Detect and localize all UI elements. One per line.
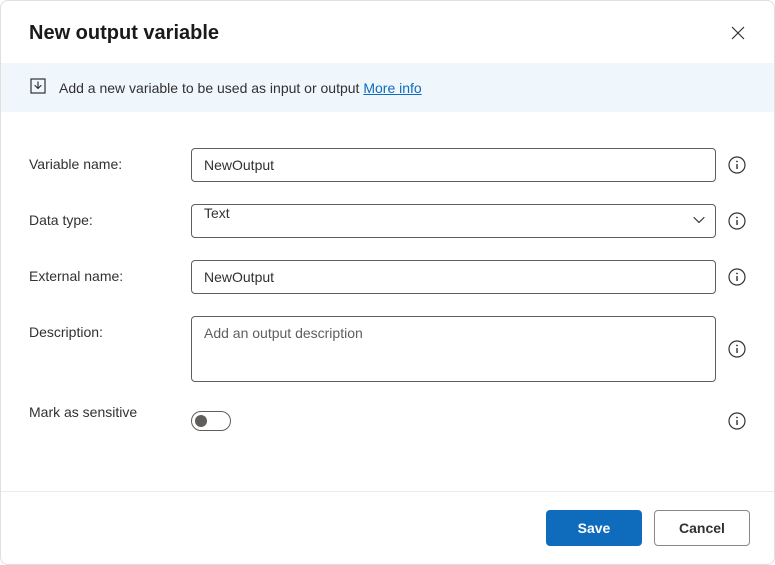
info-icon	[728, 268, 746, 286]
info-button-data-type[interactable]	[728, 204, 746, 238]
label-external-name: External name:	[29, 260, 191, 284]
info-icon	[728, 156, 746, 174]
info-icon	[728, 212, 746, 230]
external-name-input[interactable]	[191, 260, 716, 294]
close-button[interactable]	[726, 21, 750, 45]
info-icon	[728, 340, 746, 358]
toggle-thumb	[195, 415, 207, 427]
row-data-type: Data type: Text	[29, 204, 746, 238]
info-banner-text: Add a new variable to be used as input o…	[59, 80, 422, 96]
info-button-mark-sensitive[interactable]	[728, 404, 746, 438]
row-variable-name: Variable name:	[29, 148, 746, 182]
dialog-new-output-variable: New output variable Add a new variable t…	[0, 0, 775, 565]
info-button-variable-name[interactable]	[728, 148, 746, 182]
description-input[interactable]	[191, 316, 716, 382]
dialog-footer: Save Cancel	[1, 491, 774, 564]
label-data-type: Data type:	[29, 204, 191, 228]
row-external-name: External name:	[29, 260, 746, 294]
close-icon	[730, 25, 746, 41]
row-mark-sensitive: Mark as sensitive	[29, 404, 746, 438]
label-description: Description:	[29, 316, 191, 340]
label-mark-sensitive: Mark as sensitive	[29, 404, 191, 420]
data-type-select[interactable]: Text	[191, 204, 716, 238]
info-button-description[interactable]	[728, 316, 746, 382]
dialog-title: New output variable	[29, 22, 219, 45]
info-icon	[728, 412, 746, 430]
variable-io-icon	[29, 77, 47, 98]
form-body: Variable name: Data type: Text	[1, 112, 774, 491]
more-info-link[interactable]: More info	[363, 80, 421, 96]
cancel-button[interactable]: Cancel	[654, 510, 750, 546]
row-description: Description:	[29, 316, 746, 382]
dialog-header: New output variable	[1, 1, 774, 63]
save-button[interactable]: Save	[546, 510, 642, 546]
info-banner: Add a new variable to be used as input o…	[1, 63, 774, 112]
label-variable-name: Variable name:	[29, 148, 191, 172]
info-button-external-name[interactable]	[728, 260, 746, 294]
variable-name-input[interactable]	[191, 148, 716, 182]
mark-sensitive-toggle[interactable]	[191, 411, 231, 431]
